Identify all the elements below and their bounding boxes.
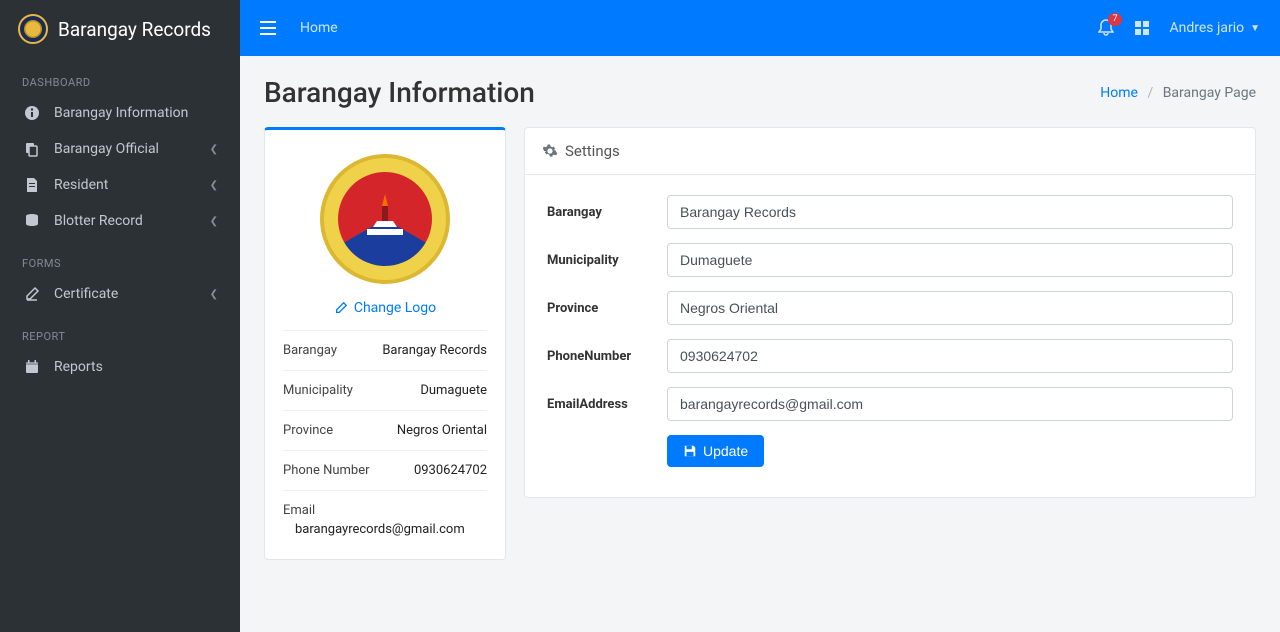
label-municipality: Municipality <box>547 253 667 268</box>
sidebar-item-label: Resident <box>54 177 210 193</box>
input-phone[interactable] <box>667 339 1233 373</box>
chevron-left-icon: ❮ <box>210 216 218 227</box>
edit-icon <box>22 286 42 302</box>
gear-icon <box>543 144 557 158</box>
label-province: Province <box>547 301 667 316</box>
settings-header-label: Settings <box>565 142 620 160</box>
sidebar-item-blotter-record[interactable]: Blotter Record ❮ <box>0 203 240 239</box>
topbar-breadcrumb: Home <box>300 20 338 36</box>
sidebar-item-label: Certificate <box>54 286 210 302</box>
chevron-left-icon: ❮ <box>210 144 218 155</box>
info-row-email: Emailbarangayrecords@gmail.com <box>283 490 487 549</box>
settings-header: Settings <box>525 128 1255 175</box>
sidebar-item-label: Barangay Information <box>54 105 218 121</box>
label-phone: PhoneNumber <box>547 349 667 364</box>
topbar: Home 7 Andres jario ▼ <box>240 0 1280 56</box>
brand[interactable]: Barangay Records <box>0 0 240 58</box>
database-icon <box>22 213 42 229</box>
sidebar-item-reports[interactable]: Reports <box>0 349 240 385</box>
sidebar-item-certificate[interactable]: Certificate ❮ <box>0 276 240 312</box>
caret-down-icon: ▼ <box>1250 23 1260 34</box>
update-button-label: Update <box>703 443 748 459</box>
apps-button[interactable] <box>1134 20 1150 36</box>
sidebar-section-dashboard: DASHBOARD <box>0 58 240 95</box>
topbar-home-link[interactable]: Home <box>300 20 338 36</box>
input-province[interactable] <box>667 291 1233 325</box>
settings-card: Settings Barangay Municipality Province <box>524 127 1256 498</box>
label-email: EmailAddress <box>547 397 667 412</box>
input-email[interactable] <box>667 387 1233 421</box>
sidebar-section-forms: FORMS <box>0 239 240 276</box>
copy-icon <box>22 141 42 157</box>
breadcrumb: Home / Barangay Page <box>1100 85 1256 101</box>
info-card: Change Logo BarangayBarangay Records Mun… <box>264 127 506 560</box>
notifications-button[interactable]: 7 <box>1098 19 1114 37</box>
sidebar-item-barangay-official[interactable]: Barangay Official ❮ <box>0 131 240 167</box>
calendar-icon <box>22 359 42 375</box>
user-name: Andres jario <box>1170 20 1245 36</box>
user-menu[interactable]: Andres jario ▼ <box>1170 20 1261 36</box>
brand-logo-icon <box>18 14 48 44</box>
info-list: BarangayBarangay Records MunicipalityDum… <box>283 330 487 549</box>
breadcrumb-separator: / <box>1147 85 1153 101</box>
change-logo-link[interactable]: Change Logo <box>283 300 487 330</box>
page-title: Barangay Information <box>264 76 535 109</box>
sidebar-item-label: Barangay Official <box>54 141 210 157</box>
chevron-left-icon: ❮ <box>210 180 218 191</box>
label-barangay: Barangay <box>547 205 667 220</box>
sidebar-item-resident[interactable]: Resident ❮ <box>0 167 240 203</box>
barangay-seal-icon <box>320 154 450 284</box>
menu-toggle-icon[interactable] <box>260 21 276 35</box>
change-logo-label: Change Logo <box>354 300 436 316</box>
edit-icon <box>334 301 348 315</box>
chevron-left-icon: ❮ <box>210 289 218 300</box>
info-row-municipality: MunicipalityDumaguete <box>283 370 487 410</box>
grid-icon <box>1134 20 1150 36</box>
info-row-barangay: BarangayBarangay Records <box>283 330 487 370</box>
sidebar-item-barangay-information[interactable]: Barangay Information <box>0 95 240 131</box>
brand-name: Barangay Records <box>58 18 211 41</box>
breadcrumb-home-link[interactable]: Home <box>1100 85 1138 101</box>
input-municipality[interactable] <box>667 243 1233 277</box>
input-barangay[interactable] <box>667 195 1233 229</box>
sidebar-item-label: Blotter Record <box>54 213 210 229</box>
info-row-phone: Phone Number0930624702 <box>283 450 487 490</box>
update-button[interactable]: Update <box>667 435 764 467</box>
sidebar-section-report: REPORT <box>0 312 240 349</box>
sidebar-item-label: Reports <box>54 359 218 375</box>
file-icon <box>22 177 42 193</box>
sidebar: Barangay Records DASHBOARD Barangay Info… <box>0 0 240 632</box>
info-row-province: ProvinceNegros Oriental <box>283 410 487 450</box>
save-icon <box>683 444 697 458</box>
breadcrumb-current: Barangay Page <box>1163 85 1256 101</box>
notification-badge: 7 <box>1108 13 1121 26</box>
info-circle-icon <box>22 105 42 121</box>
